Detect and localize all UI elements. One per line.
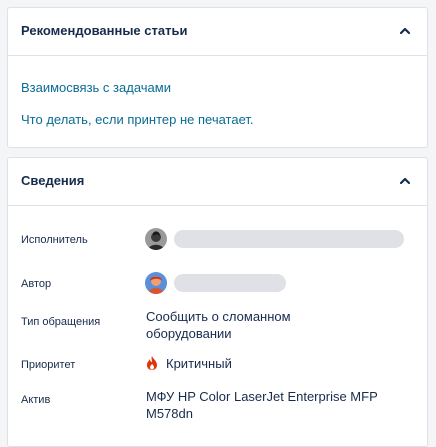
chevron-up-icon[interactable] [399,26,411,36]
request-type-value-line: оборудовании [146,326,232,341]
priority-label: Приоритет [21,359,76,371]
article-link[interactable]: Взаимосвязь с задачами [21,80,171,95]
details-title: Сведения [21,173,85,188]
author-avatar[interactable] [145,272,167,294]
asset-label: Актив [21,394,51,406]
assignee-label: Исполнитель [21,234,88,246]
recommended-articles-panel: Рекомендованные статьи Взаимосвязь с зад… [7,7,428,148]
request-type-label: Тип обращения [21,316,101,328]
recommended-articles-title: Рекомендованные статьи [21,23,188,38]
author-label: Автор [21,278,52,290]
asset-value[interactable]: МФУ HP Color LaserJet Enterprise MFP M57… [146,388,378,422]
priority-value: Критичный [146,355,232,372]
author-name-placeholder [174,274,286,292]
recommended-articles-header[interactable]: Рекомендованные статьи [8,8,427,56]
flame-icon [147,356,157,370]
article-link[interactable]: Что делать, если принтер не печатает. [21,112,254,127]
details-header[interactable]: Сведения [8,158,427,206]
details-panel: Сведения Исполнитель Автор Тип обращения… [7,157,428,447]
assignee-name-placeholder [174,230,404,248]
assignee-avatar[interactable] [145,228,167,250]
asset-value-line: МФУ HP Color LaserJet Enterprise MFP [146,389,378,404]
priority-value-text: Критичный [166,356,232,371]
request-type-value: Сообщить о сломанном оборудовании [146,308,291,342]
asset-value-line: M578dn [146,406,193,421]
chevron-up-icon[interactable] [399,176,411,186]
request-type-value-line: Сообщить о сломанном [146,309,291,324]
